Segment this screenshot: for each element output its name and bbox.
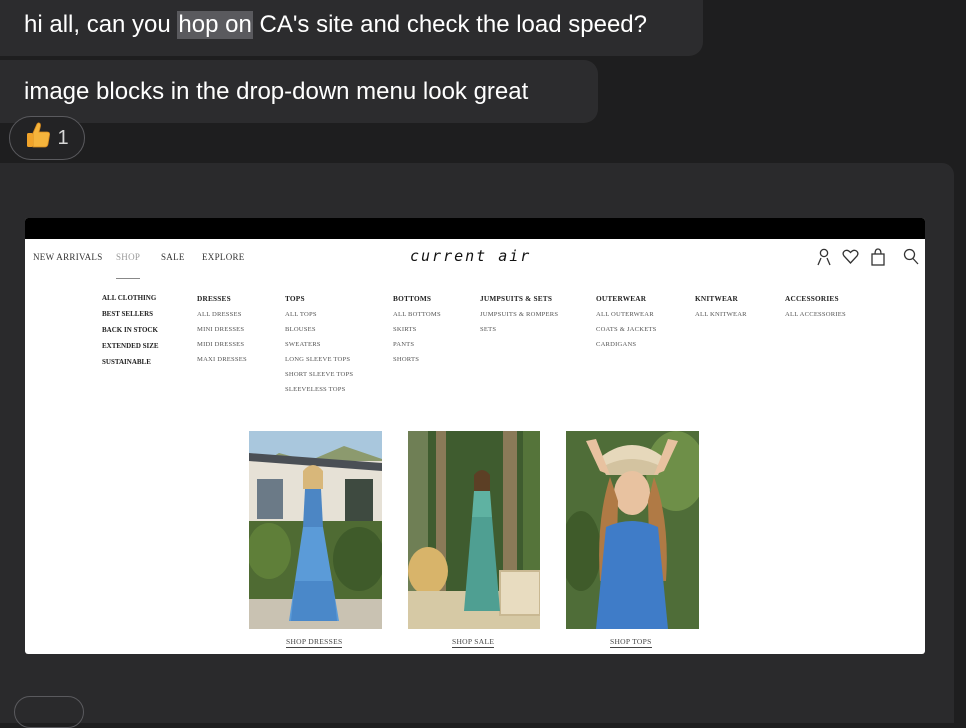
menu-link: BLOUSES [285,326,316,333]
promo-image-sale [408,431,540,629]
menu-link: EXTENDED SIZE [102,342,159,350]
nav-sale: SALE [161,252,185,262]
shop-tops-link: SHOP TOPS [610,637,652,648]
menu-link: SLEEVELESS TOPS [285,386,346,393]
menu-link: MAXI DRESSES [197,356,247,363]
bag-icon [870,248,886,271]
menu-link: COATS & JACKETS [596,326,657,333]
promo-image-dresses [249,431,382,629]
menu-link: SUSTAINABLE [102,358,151,366]
menu-column-header: OUTERWEAR [596,294,647,303]
nav-active-underline [116,278,140,279]
menu-link: SKIRTS [393,326,417,333]
menu-column-header: KNITWEAR [695,294,738,303]
menu-column-header: ACCESSORIES [785,294,839,303]
menu-link: BACK IN STOCK [102,326,158,334]
site-logo: current air [410,247,532,265]
menu-link: PANTS [393,341,415,348]
menu-link: ALL BOTTOMS [393,311,441,318]
chat-message-1[interactable]: hi all, can you hop on CA's site and che… [0,0,703,56]
menu-link: MINI DRESSES [197,326,245,333]
menu-column-bottoms: BOTTOMS ALL BOTTOMS SKIRTS PANTS SHORTS [393,294,441,371]
website-screenshot[interactable]: NEW ARRIVALS SHOP SALE EXPLORE current a… [25,218,925,654]
menu-column-tops: TOPS ALL TOPS BLOUSES SWEATERS LONG SLEE… [285,294,353,401]
menu-column-header: JUMPSUITS & SETS [480,294,553,303]
menu-link: ALL ACCESSORIES [785,311,846,318]
message-text-before: hi all, can you [24,11,178,38]
reaction-count: 1 [57,126,69,149]
menu-column-clothing: ALL CLOTHING BEST SELLERS BACK IN STOCK … [102,294,159,374]
search-icon [903,248,919,270]
menu-link: SHORT SLEEVE TOPS [285,371,354,378]
nav-shop: SHOP [116,252,141,262]
menu-link: MIDI DRESSES [197,341,245,348]
menu-link: BEST SELLERS [102,310,154,318]
menu-link: CARDIGANS [596,341,637,348]
message-text-after: CA's site and check the load speed? [252,11,647,38]
chat-message-2[interactable]: image blocks in the drop-down menu look … [0,60,598,123]
menu-link: ALL TOPS [285,311,317,318]
promo-image-tops [566,431,699,629]
reaction-chip-partial[interactable] [14,696,84,728]
shop-dresses-link: SHOP DRESSES [286,637,343,648]
message-text: image blocks in the drop-down menu look … [24,77,529,105]
shop-sale-link: SHOP SALE [452,637,495,648]
selected-text-highlight[interactable]: hop on [177,11,253,39]
menu-column-header: BOTTOMS [393,294,432,303]
menu-link: ALL DRESSES [197,311,242,318]
heart-icon [842,248,859,270]
menu-link: SETS [480,326,497,333]
menu-link: SHORTS [393,356,420,363]
menu-link: JUMPSUITS & ROMPERS [480,311,559,318]
menu-column-outerwear: OUTERWEAR ALL OUTERWEAR COATS & JACKETS … [596,294,657,356]
nav-new-arrivals: NEW ARRIVALS [33,252,103,262]
menu-column-dresses: DRESSES ALL DRESSES MINI DRESSES MIDI DR… [197,294,247,371]
menu-column-knitwear: KNITWEAR ALL KNITWEAR [695,294,747,326]
announcement-bar [25,218,925,239]
nav-explore: EXPLORE [202,252,245,262]
menu-column-jumpsuits: JUMPSUITS & SETS JUMPSUITS & ROMPERS SET… [480,294,558,341]
menu-link: SWEATERS [285,341,321,348]
menu-column-header: TOPS [285,294,305,303]
menu-link: LONG SLEEVE TOPS [285,356,351,363]
menu-column-accessories: ACCESSORIES ALL ACCESSORIES [785,294,846,326]
user-icon [816,248,832,271]
menu-link: ALL OUTERWEAR [596,311,654,318]
thumbs-up-icon [25,121,51,155]
menu-link: ALL KNITWEAR [695,311,747,318]
menu-link: ALL CLOTHING [102,294,157,302]
reaction-chip[interactable]: 1 [9,116,85,160]
menu-column-header: DRESSES [197,294,231,303]
